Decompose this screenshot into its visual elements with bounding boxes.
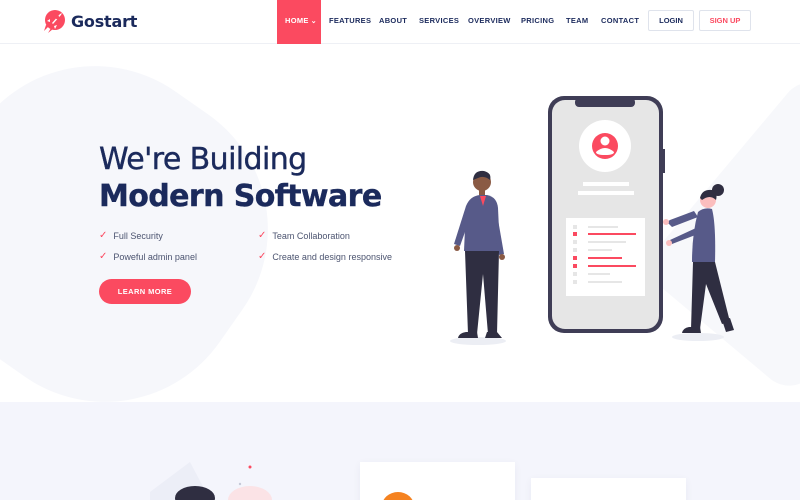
feature-item: ✓ Team Collaboration <box>258 230 350 241</box>
feature-card-icon <box>383 492 413 500</box>
person-man-graphic <box>454 170 505 338</box>
learn-more-button[interactable]: LEARN MORE <box>99 279 191 304</box>
check-icon: ✓ <box>258 230 267 241</box>
feature-item: ✓ Poweful admin panel <box>99 251 197 262</box>
feature-card[interactable] <box>531 478 686 500</box>
hero-title: We're Building Modern Software <box>99 141 429 215</box>
signup-button[interactable]: SIGN UP <box>699 10 751 31</box>
nav-item-contact[interactable]: CONTACT <box>601 0 639 44</box>
background-shape <box>0 44 323 402</box>
brand-name: Gostart <box>71 11 138 31</box>
login-button[interactable]: LOGIN <box>648 10 694 31</box>
hero-illustration <box>450 96 734 345</box>
site-header: Gostart HOME ⌄ FEATURES ABOUT SERVICES OV… <box>0 0 800 44</box>
check-icon: ✓ <box>99 251 108 262</box>
person-woman-graphic <box>663 184 734 333</box>
nav-item-features[interactable]: FEATURES <box>329 0 371 44</box>
hero-title-line2: Modern Software <box>99 178 429 215</box>
nav-item-home[interactable]: HOME ⌄ <box>277 0 321 44</box>
feature-label: Full Security <box>113 230 163 241</box>
feature-label: Create and design responsive <box>272 251 392 262</box>
nav-item-overview[interactable]: OVERVIEW <box>468 0 511 44</box>
brand-logo[interactable]: Gostart <box>40 7 137 35</box>
hero-section: We're Building Modern Software ✓ Full Se… <box>0 44 800 402</box>
nav-item-about[interactable]: ABOUT <box>379 0 407 44</box>
hero-title-line1: We're Building <box>99 142 308 177</box>
feature-label: Team Collaboration <box>272 230 350 241</box>
hero-title-prefix: Modern <box>99 179 234 214</box>
features-section <box>0 402 800 500</box>
feature-card[interactable] <box>360 462 515 500</box>
nav-item-pricing[interactable]: PRICING <box>521 0 554 44</box>
check-icon: ✓ <box>258 251 267 262</box>
hero-title-highlight: Software <box>233 179 382 214</box>
phone-graphic <box>548 96 665 333</box>
feature-item: ✓ Create and design responsive <box>258 251 392 262</box>
chevron-down-icon: ⌄ <box>310 18 317 25</box>
feature-label: Poweful admin panel <box>113 251 197 262</box>
nav-item-services[interactable]: SERVICES <box>419 0 459 44</box>
nav-item-label: HOME <box>285 16 309 25</box>
decorative-illustration <box>150 462 272 500</box>
check-icon: ✓ <box>99 230 108 241</box>
nav-item-team[interactable]: TEAM <box>566 0 588 44</box>
feature-item: ✓ Full Security <box>99 230 163 241</box>
rocket-icon <box>44 10 65 33</box>
